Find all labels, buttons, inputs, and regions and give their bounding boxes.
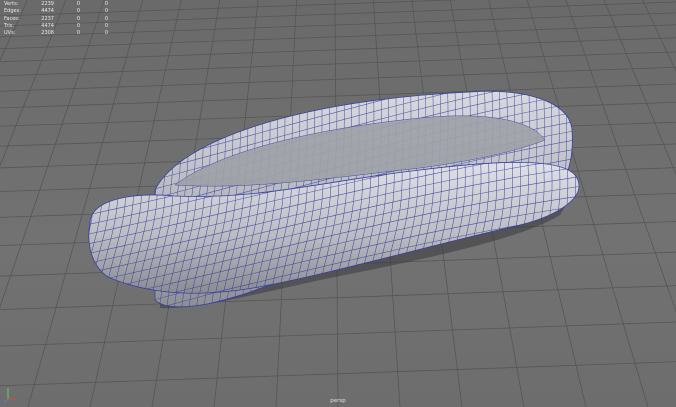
hud-value: 0: [76, 22, 80, 29]
hud-row-uvs: UVs: 2308 0 0: [4, 30, 108, 37]
hud-label: UVs:: [4, 30, 16, 37]
hud-value: 0: [104, 8, 108, 15]
poly-count-hud: Verts: 2239 0 0 Edges: 4474 0 0 Faces: 2…: [4, 1, 108, 37]
hud-value: 2237: [41, 15, 54, 22]
grid-line: [565, 0, 676, 313]
hud-value: 0: [76, 15, 80, 22]
hud-value: 0: [104, 30, 108, 37]
hud-value: 4474: [41, 22, 54, 29]
hud-label: Tris:: [4, 22, 15, 29]
hud-value: 0: [104, 1, 108, 7]
hud-label: Faces:: [4, 15, 20, 22]
grid-line: [0, 37, 676, 63]
hud-value: 0: [104, 22, 108, 29]
hud-value: 0: [76, 8, 80, 15]
hud-value: 0: [76, 30, 80, 37]
hud-value: 0: [76, 1, 80, 7]
viewport-canvas[interactable]: [0, 0, 676, 407]
hud-label: Verts:: [4, 1, 19, 7]
grid-line: [0, 51, 676, 77]
hud-value: 2239: [41, 1, 54, 7]
3d-viewport[interactable]: Verts: 2239 0 0 Edges: 4474 0 0 Faces: 2…: [0, 0, 676, 407]
hud-label: Edges:: [4, 8, 21, 15]
hud-row-tris: Tris: 4474 0 0: [4, 23, 108, 30]
hud-value: 2308: [41, 30, 54, 37]
hud-value: 0: [104, 15, 108, 22]
grid-line: [0, 321, 676, 347]
hud-value: 4474: [41, 8, 54, 15]
hud-row-edges: Edges: 4474 0 0: [4, 8, 108, 15]
wire-edge: [63, 150, 87, 305]
grid-line: [0, 285, 676, 311]
grid-line: [642, 0, 676, 73]
camera-label: persp: [330, 398, 346, 404]
hud-row-verts: Verts: 2239 0 0: [4, 1, 108, 8]
grid-line: [603, 0, 676, 176]
hud-row-faces: Faces: 2237 0 0: [4, 16, 108, 23]
